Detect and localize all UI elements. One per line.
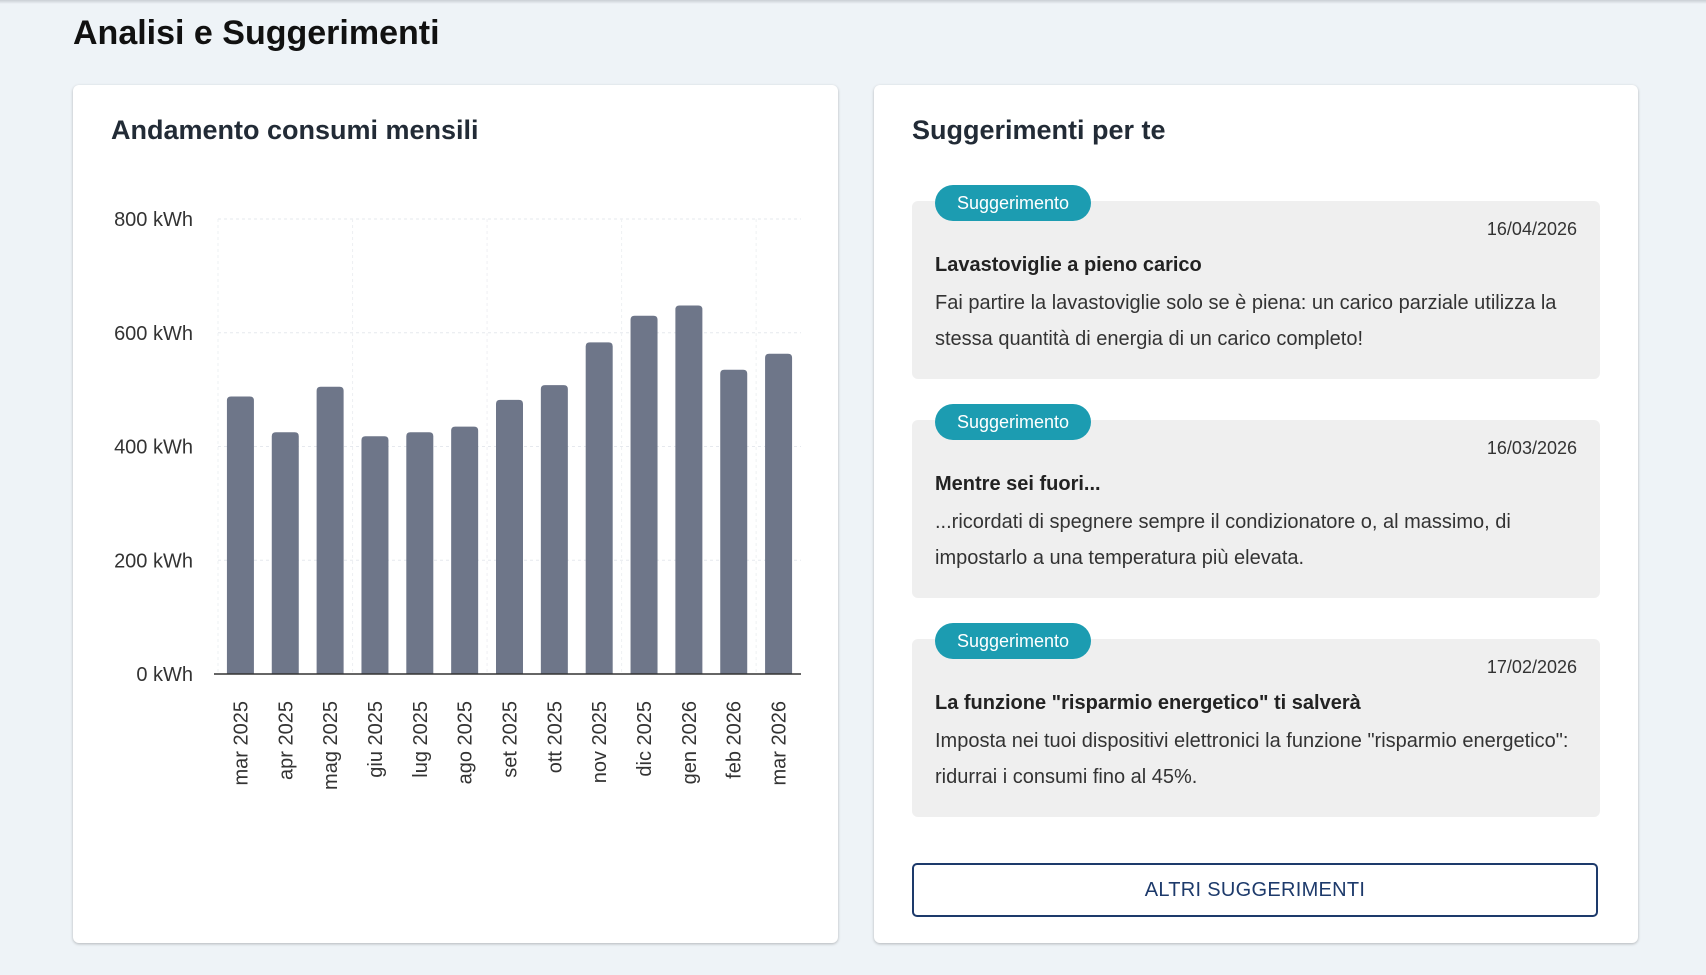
- tips-card-title: Suggerimenti per te: [912, 115, 1166, 145]
- more-tips-button[interactable]: ALTRI SUGGERIMENTI: [912, 863, 1598, 917]
- tip-date: 17/02/2026: [1486, 657, 1577, 677]
- y-tick-label: 200 kWh: [114, 550, 193, 572]
- x-tick-label: dic 2025: [634, 701, 656, 777]
- x-tick-label: mar 2026: [769, 701, 791, 786]
- x-tick-label: set 2025: [500, 701, 522, 778]
- tip-badge: Suggerimento: [935, 404, 1092, 440]
- tip-date: 16/04/2026: [1486, 219, 1577, 239]
- tip-item: Suggerimento 16/04/2026 Lavastoviglie a …: [912, 185, 1600, 379]
- bar: [585, 342, 613, 674]
- tip-text: Imposta nei tuoi dispositivi elettronici…: [935, 730, 1569, 788]
- tip-badge: Suggerimento: [935, 623, 1092, 659]
- bar: [675, 305, 703, 674]
- bar: [226, 396, 254, 674]
- x-tick-label: ago 2025: [455, 701, 477, 784]
- bar: [496, 399, 523, 674]
- bar: [720, 369, 748, 674]
- tip-item: Suggerimento 17/02/2026 La funzione "ris…: [912, 623, 1600, 817]
- x-tick-label: giu 2025: [365, 701, 387, 778]
- x-tick-label: lug 2025: [410, 701, 432, 778]
- bar: [451, 426, 479, 674]
- x-tick-label: mar 2025: [230, 701, 252, 786]
- bar: [630, 315, 658, 674]
- consumption-bar-chart: 0 kWh 200 kWh 400 kWh 600 kWh 800 kWh mar 202…: [114, 209, 801, 790]
- tip-title: Lavastoviglie a pieno carico: [935, 254, 1202, 276]
- bar: [361, 436, 389, 674]
- y-tick-label: 600 kWh: [114, 323, 193, 345]
- y-tick-label: 400 kWh: [114, 437, 193, 459]
- bar: [540, 385, 568, 674]
- tips-card: Suggerimenti per te Suggerimento 16/04/2…: [874, 85, 1638, 943]
- bar: [271, 432, 299, 674]
- x-tick-label: ott 2025: [544, 701, 566, 773]
- x-tick-label: nov 2025: [589, 701, 611, 783]
- tip-text: Fai partire la lavastoviglie solo se è p…: [935, 292, 1557, 350]
- consumption-chart-card: Andamento consumi mensili 0 kWh 200 kWh 40…: [73, 85, 838, 943]
- tip-item: Suggerimento 16/03/2026 Mentre sei fuori…: [912, 404, 1600, 598]
- bar: [406, 432, 434, 674]
- y-tick-label: 800 kWh: [114, 209, 193, 231]
- tip-badge: Suggerimento: [935, 185, 1092, 221]
- x-tick-label: mag 2025: [320, 701, 342, 790]
- tip-date: 16/03/2026: [1486, 438, 1577, 458]
- tip-text: ...ricordati di spegnere sempre il condi…: [935, 511, 1511, 569]
- x-tick-label: apr 2025: [275, 701, 297, 780]
- bar: [765, 353, 793, 674]
- top-shadow: [0, 0, 1706, 4]
- tip-title: Mentre sei fuori...: [935, 473, 1101, 495]
- bar: [316, 386, 344, 674]
- page-title: Analisi e Suggerimenti: [73, 14, 440, 52]
- y-tick-label: 0 kWh: [136, 664, 193, 686]
- tip-title: La funzione "risparmio energetico" ti sa…: [935, 692, 1361, 714]
- x-tick-label: feb 2026: [724, 701, 746, 779]
- x-tick-label: gen 2026: [679, 701, 701, 784]
